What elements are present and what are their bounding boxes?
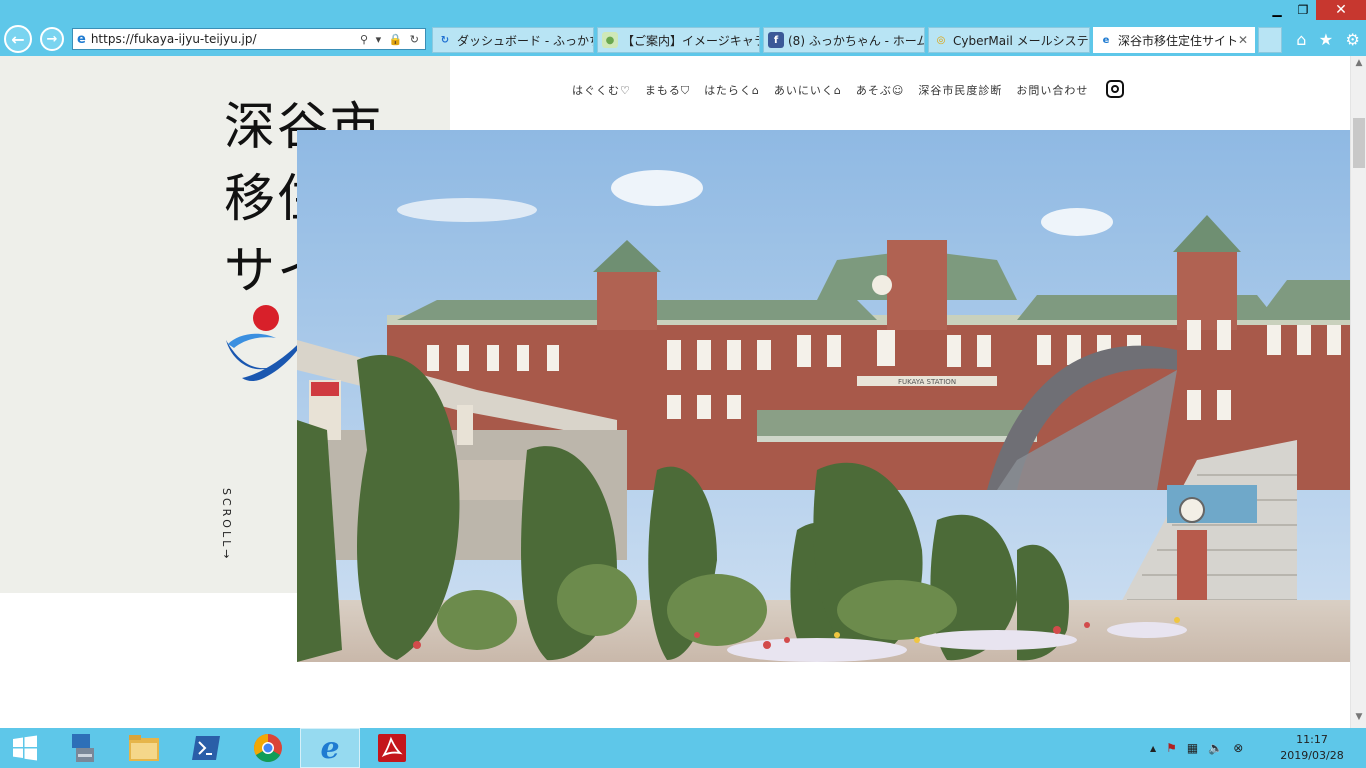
scroll-up-arrow-icon[interactable]: ▲ [1351, 58, 1366, 72]
scroll-thumb[interactable] [1353, 118, 1365, 168]
menu-item-hataraku[interactable]: はたらく⌂ [704, 82, 760, 98]
url-text[interactable]: https://fukaya-ijyu-teijyu.jp/ [91, 32, 360, 46]
network-icon[interactable]: ▦ [1187, 741, 1198, 755]
favorites-icon[interactable]: ★ [1319, 30, 1333, 49]
ie-favicon-icon: e [1102, 34, 1110, 46]
acrobat-taskbar-button[interactable] [362, 728, 422, 768]
volume-icon[interactable]: 🔈 [1208, 741, 1223, 755]
chrome-icon [254, 734, 282, 762]
browser-toolbar: ← → e https://fukaya-ijyu-teijyu.jp/ ⚲ ▾… [0, 22, 1366, 56]
tab-label: CyberMail メールシステ... [953, 33, 1090, 48]
tab-close-icon[interactable]: ✕ [1238, 33, 1248, 47]
chrome-taskbar-button[interactable] [238, 728, 298, 768]
address-bar[interactable]: e https://fukaya-ijyu-teijyu.jp/ ⚲ ▾ 🔒 ↻ [72, 28, 426, 50]
ie-taskbar-button[interactable]: e [300, 728, 360, 768]
taskbar-clock[interactable]: 11:17 2019/03/28 [1272, 732, 1352, 764]
scroll-down-arrow-icon[interactable]: ▼ [1351, 712, 1366, 726]
clock-time: 11:17 [1296, 733, 1328, 746]
facebook-icon: f [768, 32, 784, 48]
tab-cybermail[interactable]: ◎ CyberMail メールシステ... [928, 27, 1090, 53]
folder-icon [129, 735, 159, 761]
taskbar: e ▲ ⚑ ▦ 🔈 ⊗ 11:17 2019/03/28 [0, 728, 1366, 768]
refresh-favicon-icon: ↻ [440, 34, 450, 46]
hero-image-fukaya-station: FUKAYA STATION [297, 130, 1350, 662]
new-tab-button[interactable] [1258, 27, 1282, 53]
action-center-flag-icon[interactable]: ⚑ [1166, 741, 1177, 755]
menu-item-hagukumu[interactable]: はぐくむ♡ [572, 82, 631, 98]
tab-fukaya-active[interactable]: e 深谷市移住定住サイト ✕ [1093, 27, 1255, 53]
internet-explorer-icon: e [320, 730, 340, 766]
tab-facebook[interactable]: f (8) ふっかちゃん - ホーム [763, 27, 925, 53]
tab-label: 深谷市移住定住サイト [1118, 33, 1239, 48]
home-icon[interactable]: ⌂ [1296, 30, 1306, 49]
tab-label: ダッシュボード - ふっかちゃ... [457, 33, 593, 48]
city-logo[interactable] [224, 304, 308, 384]
start-button[interactable] [0, 728, 50, 768]
browser-icons: ⌂ ★ ⚙ [1290, 28, 1366, 50]
acrobat-icon [378, 734, 406, 762]
menu-item-mamoru[interactable]: まもる⛉ [645, 82, 690, 98]
page-content: 深谷市 移住定住 サイト SCROLL→ はぐくむ♡ まもる⛉ はたらく⌂ あい… [0, 56, 1350, 728]
character-favicon-icon: ● [602, 32, 618, 48]
server-manager-taskbar-button[interactable] [52, 728, 112, 768]
tray-overflow-arrow-icon[interactable]: ▲ [1150, 744, 1156, 753]
menu-item-asobu[interactable]: あそぶ☺ [856, 82, 904, 98]
tab-label: (8) ふっかちゃん - ホーム [788, 33, 925, 48]
back-button[interactable]: ← [4, 25, 32, 53]
file-explorer-taskbar-button[interactable] [114, 728, 174, 768]
tab-dashboard[interactable]: ↻ ダッシュボード - ふっかちゃ... [432, 27, 594, 53]
clock-date: 2019/03/28 [1280, 749, 1344, 762]
tab-character-info[interactable]: ● 【ご案内】イメージキャラクタ... [597, 27, 760, 53]
windows-logo-icon [13, 735, 37, 761]
ie-icon: e [77, 31, 86, 47]
maximize-button[interactable]: ❐ [1290, 0, 1316, 20]
window-titlebar: ▁ ❐ ✕ [0, 0, 1366, 22]
settings-icon[interactable]: ⚙ [1345, 30, 1359, 49]
instagram-icon[interactable] [1106, 80, 1124, 98]
close-button[interactable]: ✕ [1316, 0, 1366, 20]
server-manager-icon [72, 734, 94, 762]
mail-favicon-icon: ◎ [936, 34, 946, 46]
powershell-icon [192, 736, 220, 760]
vertical-scrollbar[interactable]: ▲ ▼ [1350, 56, 1366, 728]
forward-button[interactable]: → [40, 27, 64, 51]
menu-item-ainiiku[interactable]: あいにいく⌂ [774, 82, 842, 98]
scroll-indicator[interactable]: SCROLL→ [220, 488, 233, 561]
menu-item-diagnosis[interactable]: 深谷市民度診断 [918, 82, 1002, 98]
menu-item-contact[interactable]: お問い合わせ [1016, 82, 1088, 98]
address-tools[interactable]: ⚲ ▾ 🔒 ↻ [360, 33, 421, 46]
system-tray: ▲ ⚑ ▦ 🔈 ⊗ [1150, 728, 1243, 768]
powershell-taskbar-button[interactable] [176, 728, 236, 768]
ime-status-icon[interactable]: ⊗ [1233, 741, 1243, 755]
main-menu: はぐくむ♡ まもる⛉ はたらく⌂ あいにいく⌂ あそぶ☺ 深谷市民度診断 お問い… [572, 82, 1088, 98]
station-sign-text: FUKAYA STATION [898, 378, 956, 386]
minimize-button[interactable]: ▁ [1264, 0, 1290, 20]
tab-label: 【ご案内】イメージキャラクタ... [622, 33, 759, 48]
